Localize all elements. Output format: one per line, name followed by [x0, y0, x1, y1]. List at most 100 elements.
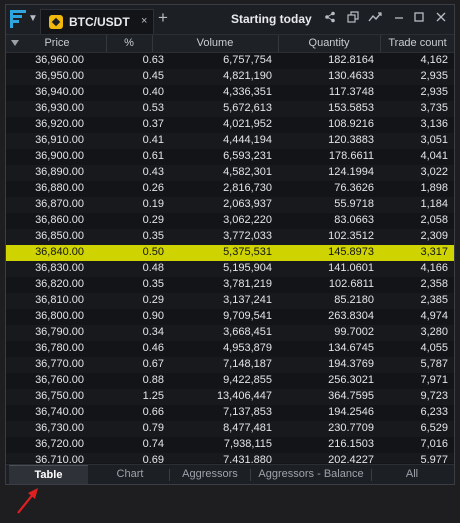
cell-trade-count: 3,735	[420, 102, 448, 114]
table-row[interactable]: 36,850.00 0.35 3,772,033 102.3512 2,309	[6, 229, 454, 245]
binance-coin-icon	[49, 15, 63, 29]
table-row[interactable]: 36,880.00 0.26 2,816,730 76.3626 1,898	[6, 181, 454, 197]
table-row[interactable]: 36,900.00 0.61 6,593,231 178.6611 4,041	[6, 149, 454, 165]
cell-price: 36,840.00	[35, 246, 84, 258]
sort-arrow-icon[interactable]	[11, 40, 19, 46]
title-bar: ▼ BTC/USDT × + Starting today	[6, 5, 454, 35]
table-row[interactable]: 36,870.00 0.19 2,063,937 55.9718 1,184	[6, 197, 454, 213]
tab-table[interactable]: Table	[9, 465, 88, 484]
cell-percent: 0.61	[142, 150, 164, 162]
cell-percent: 0.53	[142, 102, 164, 114]
table-row[interactable]: 36,860.00 0.29 3,062,220 83.0663 2,058	[6, 213, 454, 229]
cell-quantity: 120.3883	[328, 134, 374, 146]
cell-price: 36,860.00	[35, 214, 84, 226]
cell-trade-count: 5,977	[420, 454, 448, 463]
app-logo-icon[interactable]	[10, 10, 26, 28]
minimize-icon[interactable]	[391, 11, 407, 26]
table-row[interactable]: 36,770.00 0.67 7,148,187 194.3769 5,787	[6, 357, 454, 373]
table-row[interactable]: 36,960.00 0.63 6,757,754 182.8164 4,162	[6, 53, 454, 69]
cell-price: 36,870.00	[35, 198, 84, 210]
tab-close-icon[interactable]: ×	[141, 15, 147, 27]
cell-percent: 0.69	[142, 454, 164, 463]
table-row[interactable]: 36,730.00 0.79 8,477,481 230.7709 6,529	[6, 421, 454, 437]
table-row[interactable]: 36,800.00 0.90 9,709,541 263.8304 4,974	[6, 309, 454, 325]
add-tab-button[interactable]: +	[158, 8, 168, 28]
cell-price: 36,880.00	[35, 182, 84, 194]
cell-percent: 0.66	[142, 406, 164, 418]
cell-volume: 3,137,241	[223, 294, 272, 306]
cell-percent: 0.79	[142, 422, 164, 434]
table-body[interactable]: 36,960.00 0.63 6,757,754 182.8164 4,162 36,95…	[6, 53, 454, 463]
tab-btc-usdt[interactable]: BTC/USDT ×	[40, 9, 154, 34]
cell-percent: 0.19	[142, 198, 164, 210]
cell-volume: 7,431,880	[223, 454, 272, 463]
tab-chart[interactable]: Chart	[91, 465, 169, 484]
table-row[interactable]: 36,810.00 0.29 3,137,241 85.2180 2,385	[6, 293, 454, 309]
table-row[interactable]: 36,890.00 0.43 4,582,301 124.1994 3,022	[6, 165, 454, 181]
cell-trade-count: 3,051	[420, 134, 448, 146]
table-row[interactable]: 36,750.00 1.25 13,406,447 364.7595 9,723	[6, 389, 454, 405]
table-row[interactable]: 36,820.00 0.35 3,781,219 102.6811 2,358	[6, 277, 454, 293]
cell-price: 36,730.00	[35, 422, 84, 434]
table-row[interactable]: 36,740.00 0.66 7,137,853 194.2546 6,233	[6, 405, 454, 421]
cell-quantity: 230.7709	[328, 422, 374, 434]
cell-trade-count: 9,723	[420, 390, 448, 402]
tab-all[interactable]: All	[372, 465, 452, 484]
cell-price: 36,920.00	[35, 118, 84, 130]
column-price[interactable]: Price	[22, 37, 92, 49]
cell-volume: 5,672,613	[223, 102, 272, 114]
cell-price: 36,830.00	[35, 262, 84, 274]
table-row[interactable]: 36,910.00 0.41 4,444,194 120.3883 3,051	[6, 133, 454, 149]
cell-price: 36,770.00	[35, 358, 84, 370]
cell-price: 36,850.00	[35, 230, 84, 242]
cell-volume: 2,063,937	[223, 198, 272, 210]
tab-title: BTC/USDT	[69, 15, 130, 29]
cell-percent: 0.43	[142, 166, 164, 178]
cell-quantity: 216.1503	[328, 438, 374, 450]
cell-quantity: 194.2546	[328, 406, 374, 418]
column-quantity[interactable]: Quantity	[279, 37, 379, 49]
chevron-down-icon[interactable]: ▼	[28, 13, 38, 24]
tab-aggressors[interactable]: Aggressors	[170, 465, 250, 484]
table-row[interactable]: 36,720.00 0.74 7,938,115 216.1503 7,016	[6, 437, 454, 453]
table-row[interactable]: 36,760.00 0.88 9,422,855 256.3021 7,971	[6, 373, 454, 389]
tab-aggressors-balance[interactable]: Aggressors - Balance	[251, 465, 371, 484]
cell-quantity: 102.3512	[328, 230, 374, 242]
cell-quantity: 256.3021	[328, 374, 374, 386]
table-row[interactable]: 36,830.00 0.48 5,195,904 141.0601 4,166	[6, 261, 454, 277]
cell-quantity: 83.0663	[334, 214, 374, 226]
table-row[interactable]: 36,940.00 0.40 4,336,351 117.3748 2,935	[6, 85, 454, 101]
cell-trade-count: 7,016	[420, 438, 448, 450]
cell-volume: 9,709,541	[223, 310, 272, 322]
table-row[interactable]: 36,790.00 0.34 3,668,451 99.7002 3,280	[6, 325, 454, 341]
cell-price: 36,820.00	[35, 278, 84, 290]
cell-trade-count: 4,162	[420, 54, 448, 66]
table-row[interactable]: 36,780.00 0.46 4,953,879 134.6745 4,055	[6, 341, 454, 357]
table-row-highlighted[interactable]: 36,840.00 0.50 5,375,531 145.8973 3,317	[6, 245, 454, 261]
table-row[interactable]: 36,930.00 0.53 5,672,613 153.5853 3,735	[6, 101, 454, 117]
cell-price: 36,780.00	[35, 342, 84, 354]
cell-trade-count: 7,971	[420, 374, 448, 386]
cell-percent: 0.29	[142, 294, 164, 306]
share-icon[interactable]	[322, 11, 338, 26]
table-row[interactable]: 36,920.00 0.37 4,021,952 108.9216 3,136	[6, 117, 454, 133]
maximize-icon[interactable]	[411, 11, 427, 26]
cell-percent: 0.74	[142, 438, 164, 450]
detach-icon[interactable]	[345, 11, 361, 26]
close-icon[interactable]	[433, 11, 449, 26]
cell-volume: 4,336,351	[223, 86, 272, 98]
cell-volume: 6,757,754	[223, 54, 272, 66]
column-percent[interactable]: %	[107, 37, 151, 49]
column-volume[interactable]: Volume	[153, 37, 277, 49]
cell-percent: 0.45	[142, 70, 164, 82]
table-row[interactable]: 36,710.00 0.69 7,431,880 202.4227 5,977	[6, 453, 454, 463]
cell-volume: 4,021,952	[223, 118, 272, 130]
column-trade-count[interactable]: Trade count	[381, 37, 454, 49]
table-row[interactable]: 36,950.00 0.45 4,821,190 130.4633 2,935	[6, 69, 454, 85]
chart-link-icon[interactable]	[367, 11, 383, 26]
cell-quantity: 153.5853	[328, 102, 374, 114]
cell-volume: 13,406,447	[216, 390, 272, 402]
cell-trade-count: 2,058	[420, 214, 448, 226]
cell-volume: 4,821,190	[223, 70, 272, 82]
cell-volume: 3,781,219	[223, 278, 272, 290]
